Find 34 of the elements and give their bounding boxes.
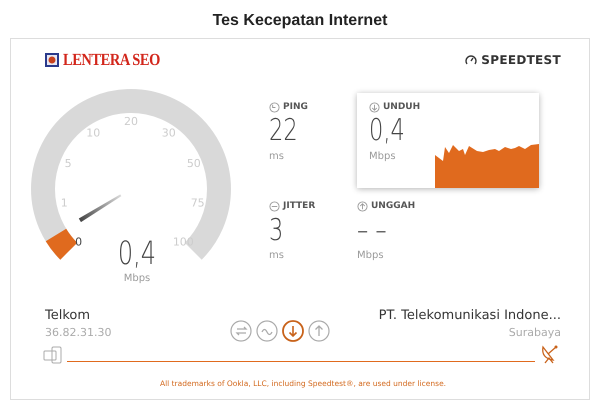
jitter-icon — [269, 201, 280, 212]
metric-unit: Mbps — [357, 249, 385, 263]
ping-icon — [269, 102, 280, 113]
gauge-icon — [465, 54, 478, 66]
page-title: Tes Kecepatan Internet — [212, 11, 388, 31]
metric-unit: ms — [269, 150, 285, 164]
upload-stage-icon[interactable] — [308, 320, 330, 342]
speed-reading: 0,4 — [118, 234, 156, 272]
isp-name: Telkom — [45, 306, 92, 324]
gauge-tick-label: 0 — [75, 234, 82, 248]
ping-stage-icon[interactable] — [230, 320, 252, 342]
server-name: PT. Telekomunikasi Indone... — [378, 306, 561, 324]
download-stage-icon[interactable] — [282, 320, 304, 342]
jitter-stage-icon[interactable] — [256, 320, 278, 342]
logo-text: LENTERA SEO — [63, 49, 160, 71]
download-icon — [369, 102, 380, 113]
metric-label: PING — [283, 100, 308, 114]
logo-icon — [45, 52, 59, 67]
metric-value: 22 — [269, 114, 298, 148]
gauge-needle — [78, 194, 122, 222]
metric-label: UNDUH — [383, 100, 420, 114]
ip-address: 36.82.31.30 — [45, 325, 112, 341]
metric-value: 3 — [269, 214, 284, 248]
metric-unit: ms — [269, 249, 285, 263]
metric-value: 0,4 — [369, 114, 405, 148]
server-city: Surabaya — [508, 325, 561, 341]
metric-unit: Mbps — [369, 150, 397, 164]
speed-unit: Mbps — [124, 272, 150, 284]
metric-label: JITTER — [283, 200, 316, 213]
metric-label: UNGGAH — [371, 200, 416, 213]
metric-value: – – — [357, 214, 387, 248]
computer-icon — [43, 346, 63, 364]
upload-icon — [357, 201, 368, 212]
brand-text: SPEEDTEST — [481, 52, 561, 69]
